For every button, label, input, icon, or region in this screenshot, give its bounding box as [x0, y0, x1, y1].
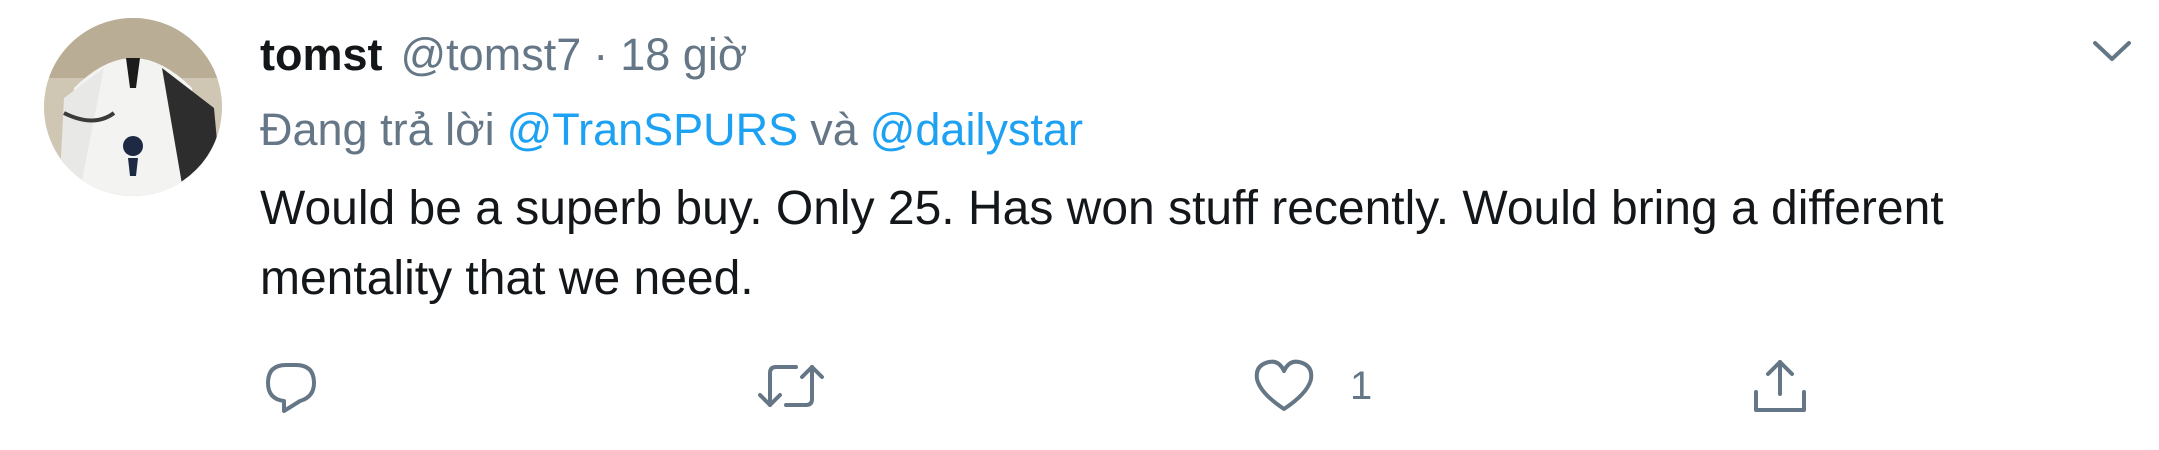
more-options-button[interactable]	[2088, 28, 2136, 76]
mention-link[interactable]: @TranSPURS	[507, 104, 799, 156]
tweet-actions: 1	[0, 346, 2159, 426]
retweet-icon	[758, 365, 824, 407]
replying-to-label: Đang trả lời	[260, 104, 495, 155]
tweet-header: tomst @tomst7 · 18 giờ	[260, 26, 747, 84]
avatar-image	[44, 18, 222, 196]
heart-icon	[1254, 359, 1314, 411]
avatar[interactable]	[44, 18, 222, 196]
mention-link[interactable]: @dailystar	[870, 104, 1083, 156]
like-count: 1	[1350, 363, 1373, 408]
tweet-time[interactable]: 18 giờ	[620, 29, 747, 81]
separator-dot: ·	[593, 29, 609, 80]
replying-to: Đang trả lời @TranSPURS và @dailystar	[260, 100, 1083, 160]
like-button[interactable]: 1	[1252, 346, 1372, 426]
share-icon	[1754, 360, 1806, 412]
author-name[interactable]: tomst	[260, 29, 383, 81]
mention-joiner: và	[810, 104, 858, 155]
tweet[interactable]: tomst @tomst7 · 18 giờ Đang trả lời @Tra…	[0, 0, 2159, 450]
reply-icon	[266, 363, 316, 413]
chevron-down-icon	[2093, 41, 2131, 61]
tweet-text: Would be a superb buy. Only 25. Has won …	[260, 182, 1944, 305]
share-button[interactable]	[1750, 346, 1810, 426]
author-handle[interactable]: @tomst7	[401, 29, 582, 81]
retweet-button[interactable]	[756, 346, 826, 426]
reply-button[interactable]	[262, 346, 320, 426]
